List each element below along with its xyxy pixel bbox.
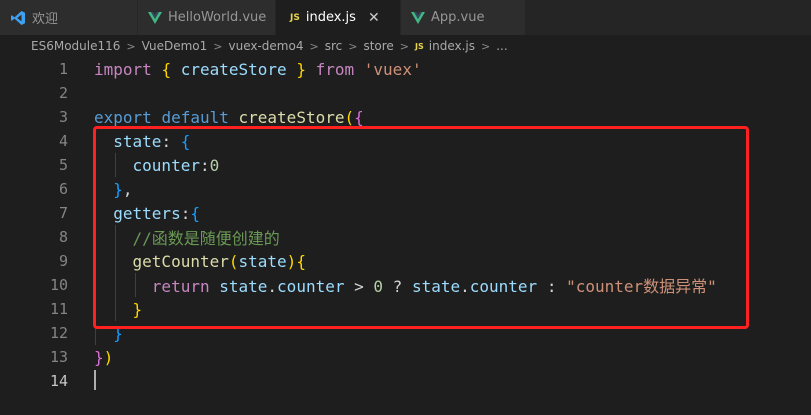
line-number: 6 — [58, 180, 68, 198]
breadcrumb-item[interactable]: VueDemo1 — [142, 39, 208, 53]
tab-label: 欢迎 — [32, 12, 59, 27]
tab-app-vue[interactable]: App.vue — [401, 0, 526, 35]
code-line: 2 — [0, 81, 811, 105]
line-number: 8 — [58, 228, 68, 246]
tab-label: HelloWorld.vue — [168, 10, 267, 25]
tab-helloworld-vue[interactable]: HelloWorld.vue — [138, 0, 276, 35]
line-number: 7 — [58, 204, 68, 222]
code-line: 13 }) — [0, 345, 811, 369]
code-editor[interactable]: 1 import { createStore } from 'vuex' 2 3… — [0, 57, 811, 415]
code-text: import { createStore } from 'vuex' — [94, 59, 422, 79]
code-line: 1 import { createStore } from 'vuex' — [0, 57, 811, 81]
text-cursor — [94, 370, 96, 390]
breadcrumb-file[interactable]: index.js — [429, 39, 475, 53]
chevron-right-icon: > — [348, 39, 358, 53]
tab-bar-empty — [526, 0, 811, 35]
tab-index-js[interactable]: JS index.js ✕ — [276, 0, 401, 35]
chevron-right-icon: > — [126, 39, 136, 53]
line-number: 5 — [58, 156, 68, 174]
chevron-right-icon: > — [213, 39, 223, 53]
vue-icon — [148, 11, 162, 24]
vue-icon — [411, 11, 425, 24]
line-number: 1 — [58, 60, 68, 78]
line-number: 3 — [58, 108, 68, 126]
tab-welcome[interactable]: 欢迎 — [0, 0, 138, 35]
breadcrumb-item[interactable]: src — [325, 39, 343, 53]
code-line: 14 — [0, 369, 811, 393]
line-number: 13 — [49, 348, 68, 366]
chevron-right-icon: > — [481, 39, 491, 53]
line-number: 4 — [58, 132, 68, 150]
line-number: 12 — [49, 324, 68, 342]
breadcrumb-item[interactable]: vuex-demo4 — [228, 39, 303, 53]
breadcrumb-item[interactable]: ES6Module116 — [31, 39, 120, 53]
code-text: }) — [94, 347, 114, 367]
close-icon[interactable]: ✕ — [368, 10, 380, 26]
breadcrumb-symbols[interactable]: ... — [496, 39, 507, 53]
line-number: 14 — [49, 372, 68, 390]
tab-label: App.vue — [431, 10, 485, 25]
code-text: export default createStore({ — [94, 107, 364, 127]
line-number: 9 — [58, 252, 68, 270]
line-number: 10 — [49, 276, 68, 294]
line-number: 2 — [58, 84, 68, 102]
red-highlight-box — [93, 126, 749, 329]
chevron-right-icon: > — [309, 39, 319, 53]
line-number: 11 — [49, 300, 68, 318]
chevron-right-icon: > — [399, 39, 410, 53]
breadcrumb: ES6Module116 > VueDemo1 > vuex-demo4 > s… — [0, 35, 811, 57]
tab-label: index.js — [305, 10, 356, 25]
breadcrumb-item[interactable]: store — [363, 39, 393, 53]
editor-tab-bar: 欢迎 HelloWorld.vue JS index.js ✕ App.vue — [0, 0, 811, 35]
js-icon: JS — [290, 12, 300, 23]
vscode-icon — [10, 10, 26, 26]
js-icon: JS — [415, 41, 424, 51]
